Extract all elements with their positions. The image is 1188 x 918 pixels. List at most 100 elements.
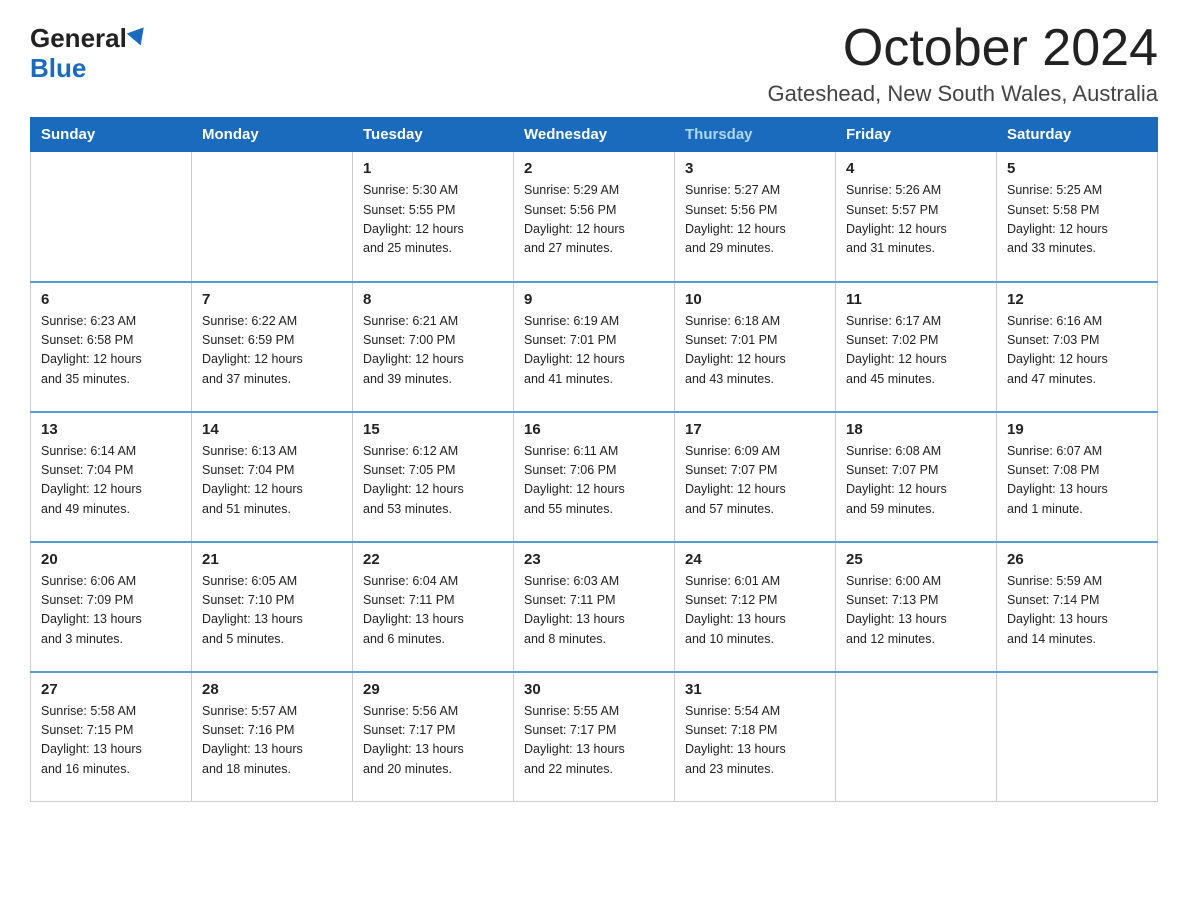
- calendar-cell: 19Sunrise: 6:07 AMSunset: 7:08 PMDayligh…: [997, 412, 1158, 542]
- calendar-cell: 27 Sunrise: 5:58 AMSunset: 7:15 PMDayligh…: [31, 672, 192, 802]
- day-number: 22: [363, 551, 503, 568]
- calendar-cell: 6 Sunrise: 6:23 AMSunset: 6:58 PMDaylight…: [31, 282, 192, 412]
- header-thursday: Thursday: [675, 118, 836, 152]
- calendar-cell: 15 Sunrise: 6:12 AMSunset: 7:05 PMDayligh…: [353, 412, 514, 542]
- day-number: 11: [846, 291, 986, 308]
- calendar-cell: 4Sunrise: 5:26 AMSunset: 5:57 PMDaylight…: [836, 152, 997, 282]
- calendar-week-row: 27 Sunrise: 5:58 AMSunset: 7:15 PMDayligh…: [31, 672, 1158, 802]
- day-number: 4: [846, 160, 986, 177]
- day-number: 8: [363, 291, 503, 308]
- calendar-cell: 11 Sunrise: 6:17 AMSunset: 7:02 PMDayligh…: [836, 282, 997, 412]
- day-info: Sunrise: 5:25 AMSunset: 5:58 PMDaylight:…: [1007, 181, 1147, 259]
- calendar-cell: 28 Sunrise: 5:57 AMSunset: 7:16 PMDayligh…: [192, 672, 353, 802]
- calendar-week-row: 20Sunrise: 6:06 AMSunset: 7:09 PMDayligh…: [31, 542, 1158, 672]
- day-info: Sunrise: 6:14 AMSunset: 7:04 PMDaylight:…: [41, 442, 181, 520]
- day-number: 12: [1007, 291, 1147, 308]
- calendar-cell: 1 Sunrise: 5:30 AMSunset: 5:55 PMDaylight…: [353, 152, 514, 282]
- title-area: October 2024 Gateshead, New South Wales,…: [768, 20, 1159, 107]
- day-number: 21: [202, 551, 342, 568]
- calendar-header-row: SundayMondayTuesdayWednesdayThursdayFrid…: [31, 118, 1158, 152]
- calendar-cell: 31Sunrise: 5:54 AMSunset: 7:18 PMDayligh…: [675, 672, 836, 802]
- calendar-cell: 23Sunrise: 6:03 AMSunset: 7:11 PMDayligh…: [514, 542, 675, 672]
- calendar-cell: 9 Sunrise: 6:19 AMSunset: 7:01 PMDaylight…: [514, 282, 675, 412]
- calendar-table: SundayMondayTuesdayWednesdayThursdayFrid…: [30, 117, 1158, 802]
- calendar-week-row: 1 Sunrise: 5:30 AMSunset: 5:55 PMDaylight…: [31, 152, 1158, 282]
- header-monday: Monday: [192, 118, 353, 152]
- day-number: 10: [685, 291, 825, 308]
- day-number: 29: [363, 681, 503, 698]
- day-info: Sunrise: 6:23 AMSunset: 6:58 PMDaylight:…: [41, 312, 181, 390]
- header-saturday: Saturday: [997, 118, 1158, 152]
- day-number: 14: [202, 421, 342, 438]
- month-title: October 2024: [768, 20, 1159, 77]
- calendar-cell: 20Sunrise: 6:06 AMSunset: 7:09 PMDayligh…: [31, 542, 192, 672]
- calendar-cell: 16Sunrise: 6:11 AMSunset: 7:06 PMDayligh…: [514, 412, 675, 542]
- day-number: 28: [202, 681, 342, 698]
- day-number: 27: [41, 681, 181, 698]
- day-info: Sunrise: 6:05 AMSunset: 7:10 PMDaylight:…: [202, 572, 342, 650]
- day-number: 6: [41, 291, 181, 308]
- day-info: Sunrise: 6:07 AMSunset: 7:08 PMDaylight:…: [1007, 442, 1147, 520]
- calendar-cell: 18Sunrise: 6:08 AMSunset: 7:07 PMDayligh…: [836, 412, 997, 542]
- calendar-cell: 5 Sunrise: 5:25 AMSunset: 5:58 PMDaylight…: [997, 152, 1158, 282]
- day-number: 15: [363, 421, 503, 438]
- calendar-cell: [192, 152, 353, 282]
- calendar-cell: 8 Sunrise: 6:21 AMSunset: 7:00 PMDaylight…: [353, 282, 514, 412]
- day-info: Sunrise: 6:17 AMSunset: 7:02 PMDaylight:…: [846, 312, 986, 390]
- day-info: Sunrise: 6:08 AMSunset: 7:07 PMDaylight:…: [846, 442, 986, 520]
- calendar-cell: 3 Sunrise: 5:27 AMSunset: 5:56 PMDaylight…: [675, 152, 836, 282]
- day-info: Sunrise: 5:29 AMSunset: 5:56 PMDaylight:…: [524, 181, 664, 259]
- day-number: 5: [1007, 160, 1147, 177]
- day-number: 7: [202, 291, 342, 308]
- header-sunday: Sunday: [31, 118, 192, 152]
- calendar-cell: [31, 152, 192, 282]
- logo-general-text: General: [30, 24, 127, 53]
- day-info: Sunrise: 5:57 AMSunset: 7:16 PMDaylight:…: [202, 702, 342, 780]
- day-info: Sunrise: 6:19 AMSunset: 7:01 PMDaylight:…: [524, 312, 664, 390]
- calendar-week-row: 6 Sunrise: 6:23 AMSunset: 6:58 PMDaylight…: [31, 282, 1158, 412]
- calendar-cell: [836, 672, 997, 802]
- day-number: 20: [41, 551, 181, 568]
- day-info: Sunrise: 5:54 AMSunset: 7:18 PMDaylight:…: [685, 702, 825, 780]
- calendar-week-row: 13 Sunrise: 6:14 AMSunset: 7:04 PMDayligh…: [31, 412, 1158, 542]
- calendar-cell: 24Sunrise: 6:01 AMSunset: 7:12 PMDayligh…: [675, 542, 836, 672]
- calendar-cell: 29Sunrise: 5:56 AMSunset: 7:17 PMDayligh…: [353, 672, 514, 802]
- logo-triangle-icon: [127, 28, 149, 49]
- day-info: Sunrise: 6:03 AMSunset: 7:11 PMDaylight:…: [524, 572, 664, 650]
- day-number: 16: [524, 421, 664, 438]
- day-number: 24: [685, 551, 825, 568]
- logo: General Blue: [30, 20, 147, 84]
- calendar-cell: [997, 672, 1158, 802]
- header: General Blue October 2024 Gateshead, New…: [30, 20, 1158, 107]
- header-wednesday: Wednesday: [514, 118, 675, 152]
- day-info: Sunrise: 6:21 AMSunset: 7:00 PMDaylight:…: [363, 312, 503, 390]
- day-info: Sunrise: 5:59 AMSunset: 7:14 PMDaylight:…: [1007, 572, 1147, 650]
- calendar-cell: 17Sunrise: 6:09 AMSunset: 7:07 PMDayligh…: [675, 412, 836, 542]
- day-info: Sunrise: 6:12 AMSunset: 7:05 PMDaylight:…: [363, 442, 503, 520]
- day-number: 2: [524, 160, 664, 177]
- day-info: Sunrise: 6:13 AMSunset: 7:04 PMDaylight:…: [202, 442, 342, 520]
- calendar-cell: 13 Sunrise: 6:14 AMSunset: 7:04 PMDayligh…: [31, 412, 192, 542]
- calendar-cell: 22 Sunrise: 6:04 AMSunset: 7:11 PMDayligh…: [353, 542, 514, 672]
- day-info: Sunrise: 6:00 AMSunset: 7:13 PMDaylight:…: [846, 572, 986, 650]
- calendar-cell: 12Sunrise: 6:16 AMSunset: 7:03 PMDayligh…: [997, 282, 1158, 412]
- day-number: 13: [41, 421, 181, 438]
- day-number: 30: [524, 681, 664, 698]
- day-number: 9: [524, 291, 664, 308]
- day-number: 26: [1007, 551, 1147, 568]
- day-info: Sunrise: 5:30 AMSunset: 5:55 PMDaylight:…: [363, 181, 503, 259]
- day-info: Sunrise: 5:58 AMSunset: 7:15 PMDaylight:…: [41, 702, 181, 780]
- day-info: Sunrise: 6:04 AMSunset: 7:11 PMDaylight:…: [363, 572, 503, 650]
- day-number: 3: [685, 160, 825, 177]
- day-number: 1: [363, 160, 503, 177]
- header-tuesday: Tuesday: [353, 118, 514, 152]
- day-info: Sunrise: 6:18 AMSunset: 7:01 PMDaylight:…: [685, 312, 825, 390]
- calendar-cell: 10 Sunrise: 6:18 AMSunset: 7:01 PMDayligh…: [675, 282, 836, 412]
- location-title: Gateshead, New South Wales, Australia: [768, 81, 1159, 107]
- day-info: Sunrise: 5:27 AMSunset: 5:56 PMDaylight:…: [685, 181, 825, 259]
- calendar-cell: 21 Sunrise: 6:05 AMSunset: 7:10 PMDayligh…: [192, 542, 353, 672]
- calendar-cell: 7 Sunrise: 6:22 AMSunset: 6:59 PMDaylight…: [192, 282, 353, 412]
- day-info: Sunrise: 5:55 AMSunset: 7:17 PMDaylight:…: [524, 702, 664, 780]
- calendar-cell: 26 Sunrise: 5:59 AMSunset: 7:14 PMDayligh…: [997, 542, 1158, 672]
- day-info: Sunrise: 6:22 AMSunset: 6:59 PMDaylight:…: [202, 312, 342, 390]
